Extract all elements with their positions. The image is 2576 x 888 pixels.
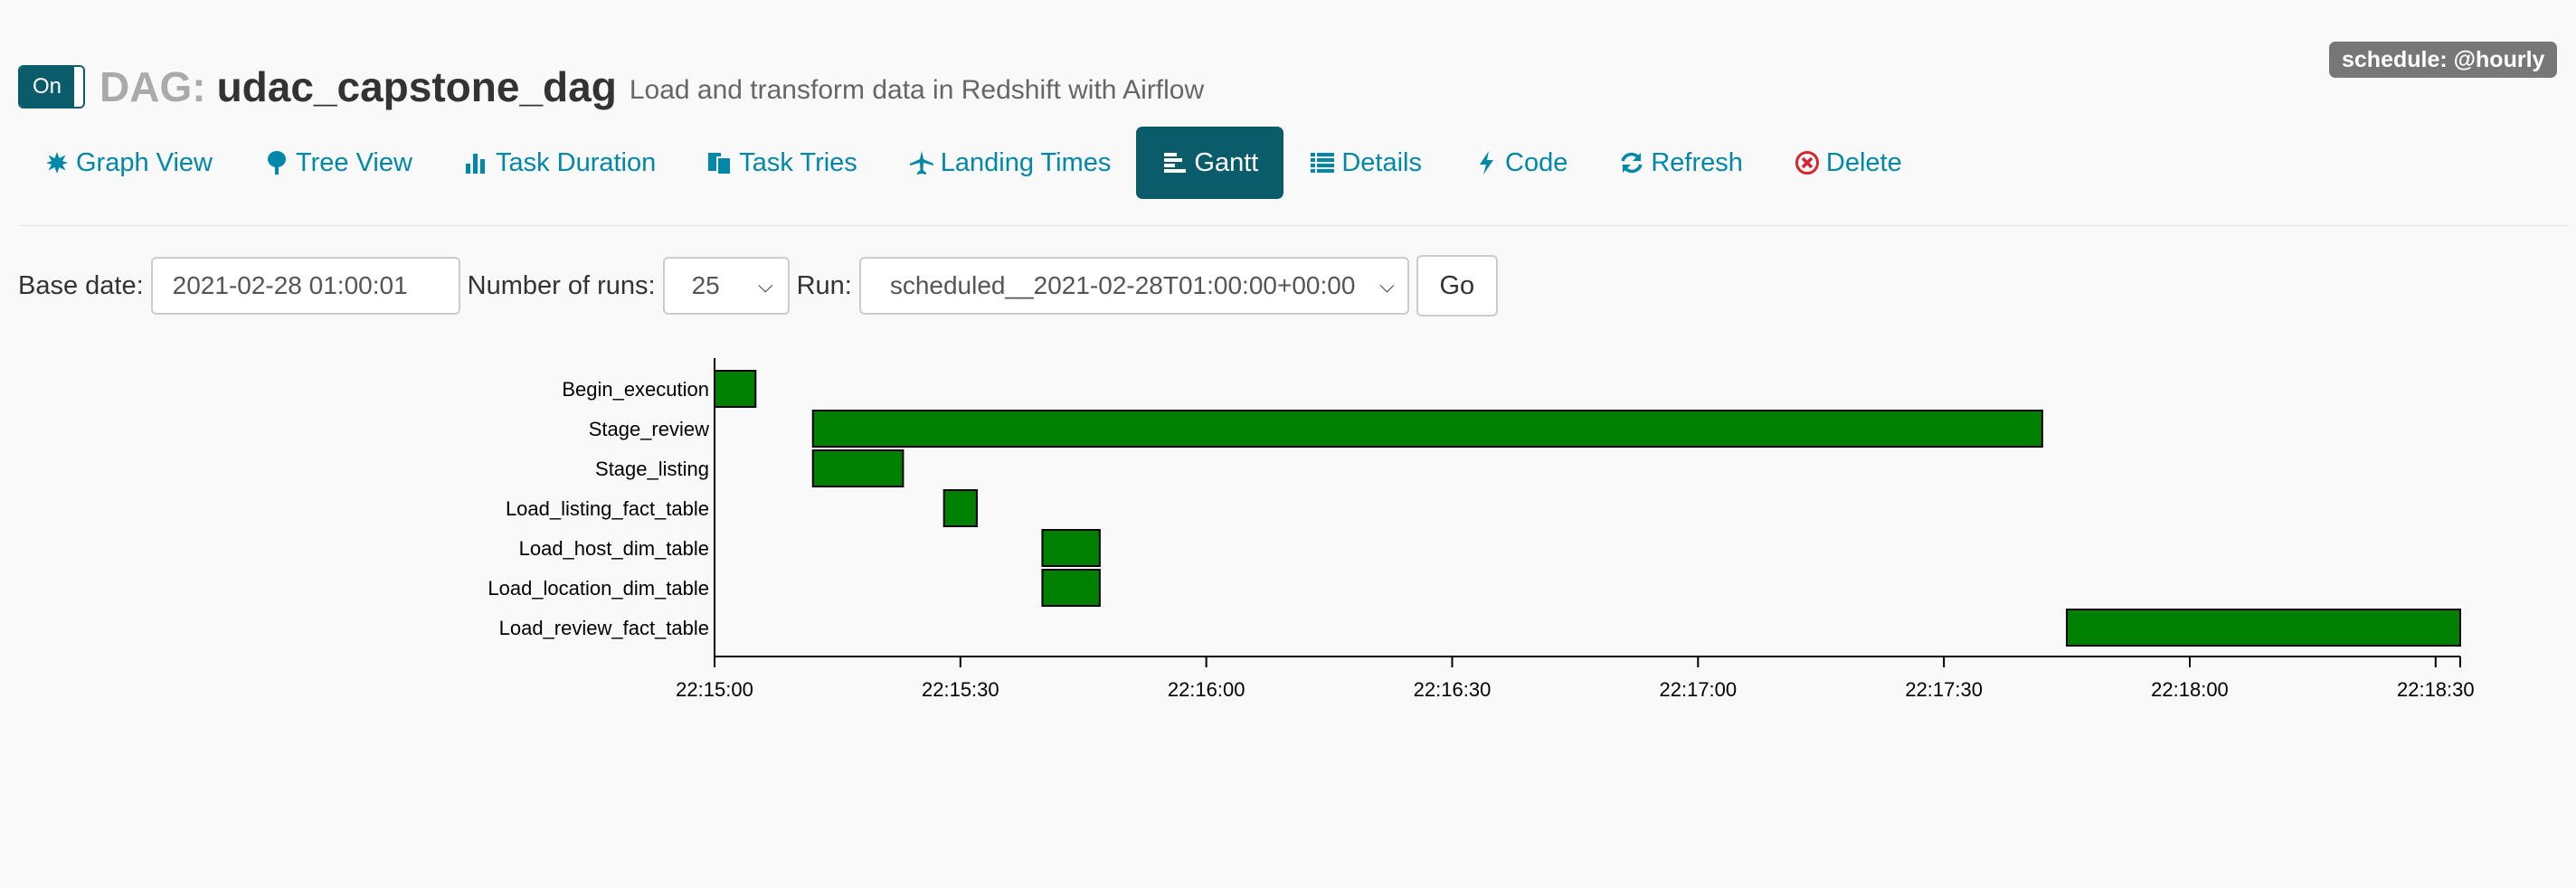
bar-chart-icon bbox=[463, 151, 490, 175]
gantt-filter-form: Base date: 2021-02-28 01:00:01 Number of… bbox=[18, 255, 1498, 316]
dag-on-toggle[interactable]: On bbox=[18, 65, 86, 109]
task-label: Load_host_dim_table bbox=[519, 537, 709, 560]
dag-header: On DAG: udac_capstone_dag Load and trans… bbox=[18, 60, 1204, 114]
time-axis: 22:15:00 22:15:30 22:16:00 22:16:30 22:17:00… bbox=[676, 358, 2475, 701]
task-bar[interactable] bbox=[942, 489, 978, 527]
tab-gantt[interactable]: Gantt bbox=[1136, 127, 1284, 199]
num-runs-value: 25 bbox=[691, 271, 720, 299]
task-label: Load_location_dim_table bbox=[488, 577, 709, 600]
toggle-label: On bbox=[20, 67, 75, 107]
task-label: Load_review_fact_table bbox=[499, 617, 709, 639]
x-tick-label: 22:16:30 bbox=[1414, 678, 1492, 701]
num-runs-label: Number of runs: bbox=[467, 270, 656, 300]
flash-icon bbox=[1473, 150, 1500, 175]
tab-task-duration[interactable]: Task Duration bbox=[438, 127, 681, 199]
divider bbox=[18, 225, 2569, 226]
list-icon bbox=[1309, 151, 1336, 175]
tab-label: Gantt bbox=[1194, 147, 1259, 177]
chevron-down-icon: ⌵ bbox=[757, 274, 773, 297]
tab-code[interactable]: Code bbox=[1447, 127, 1593, 199]
dag-nav-tabs: Graph View Tree View Task Duration Task … bbox=[18, 127, 1927, 199]
delete-button[interactable]: Delete bbox=[1768, 127, 1927, 199]
refresh-button[interactable]: Refresh bbox=[1593, 127, 1768, 199]
tab-label: Delete bbox=[1825, 147, 1902, 177]
base-date-label: Base date: bbox=[18, 270, 144, 300]
x-tick-label: 22:15:30 bbox=[922, 678, 999, 701]
x-tick-label: 22:17:30 bbox=[1905, 678, 1983, 701]
task-labels: Begin_execution Stage_review Stage_listing… bbox=[488, 378, 709, 639]
num-runs-select[interactable]: 25 ⌵ bbox=[662, 257, 790, 315]
tab-label: Tree View bbox=[296, 147, 412, 177]
tab-graph-view[interactable]: Graph View bbox=[18, 127, 238, 199]
page-title: udac_capstone_dag bbox=[216, 63, 617, 110]
copy-icon bbox=[706, 150, 734, 175]
task-bars bbox=[714, 370, 2461, 647]
dag-prefix: DAG: bbox=[99, 63, 206, 110]
go-button[interactable]: Go bbox=[1416, 255, 1498, 316]
tab-landing-times[interactable]: Landing Times bbox=[883, 127, 1137, 199]
x-tick-label: 22:15:00 bbox=[676, 678, 753, 701]
task-label: Stage_review bbox=[589, 418, 709, 440]
task-bar[interactable] bbox=[1041, 529, 1101, 567]
remove-circle-icon bbox=[1794, 150, 1821, 175]
run-select[interactable]: scheduled__2021-02-28T01:00:00+00:00 ⌵ bbox=[858, 257, 1409, 315]
tree-icon bbox=[263, 150, 290, 175]
tab-label: Task Tries bbox=[739, 147, 857, 177]
tab-label: Task Duration bbox=[495, 147, 657, 177]
task-bar[interactable] bbox=[2066, 609, 2461, 647]
schedule-badge: schedule: @hourly bbox=[2329, 42, 2558, 78]
dag-description: Load and transform data in Redshift with… bbox=[629, 75, 1205, 105]
tab-label: Refresh bbox=[1651, 147, 1743, 177]
base-date-input[interactable]: 2021-02-28 01:00:01 bbox=[150, 257, 460, 315]
task-bar[interactable] bbox=[811, 410, 2043, 448]
x-tick-label: 22:17:00 bbox=[1660, 678, 1738, 701]
run-value: scheduled__2021-02-28T01:00:00+00:00 bbox=[889, 271, 1356, 299]
tab-label: Graph View bbox=[76, 147, 213, 177]
tab-task-tries[interactable]: Task Tries bbox=[681, 127, 883, 199]
refresh-icon bbox=[1618, 150, 1645, 175]
tab-label: Landing Times bbox=[940, 147, 1112, 177]
task-bar[interactable] bbox=[714, 370, 757, 408]
tab-label: Code bbox=[1505, 147, 1568, 177]
task-label: Begin_execution bbox=[562, 378, 709, 401]
task-label: Stage_listing bbox=[595, 458, 709, 480]
x-tick-label: 22:18:00 bbox=[2151, 678, 2229, 701]
toggle-knob bbox=[74, 67, 84, 107]
align-left-icon bbox=[1161, 151, 1189, 175]
gantt-chart: Begin_execution Stage_review Stage_listing… bbox=[488, 358, 2475, 701]
task-label: Load_listing_fact_table bbox=[506, 497, 709, 520]
task-bar[interactable] bbox=[811, 449, 904, 487]
tab-label: Details bbox=[1341, 147, 1423, 177]
chevron-down-icon: ⌵ bbox=[1379, 274, 1395, 297]
tab-details[interactable]: Details bbox=[1283, 127, 1447, 199]
tab-tree-view[interactable]: Tree View bbox=[238, 127, 438, 199]
x-tick-label: 22:18:30 bbox=[2397, 678, 2475, 701]
run-label: Run: bbox=[796, 270, 852, 300]
graph-icon bbox=[43, 151, 71, 175]
plane-icon bbox=[908, 150, 935, 175]
task-bar[interactable] bbox=[1041, 569, 1101, 607]
x-tick-label: 22:16:00 bbox=[1168, 678, 1245, 701]
